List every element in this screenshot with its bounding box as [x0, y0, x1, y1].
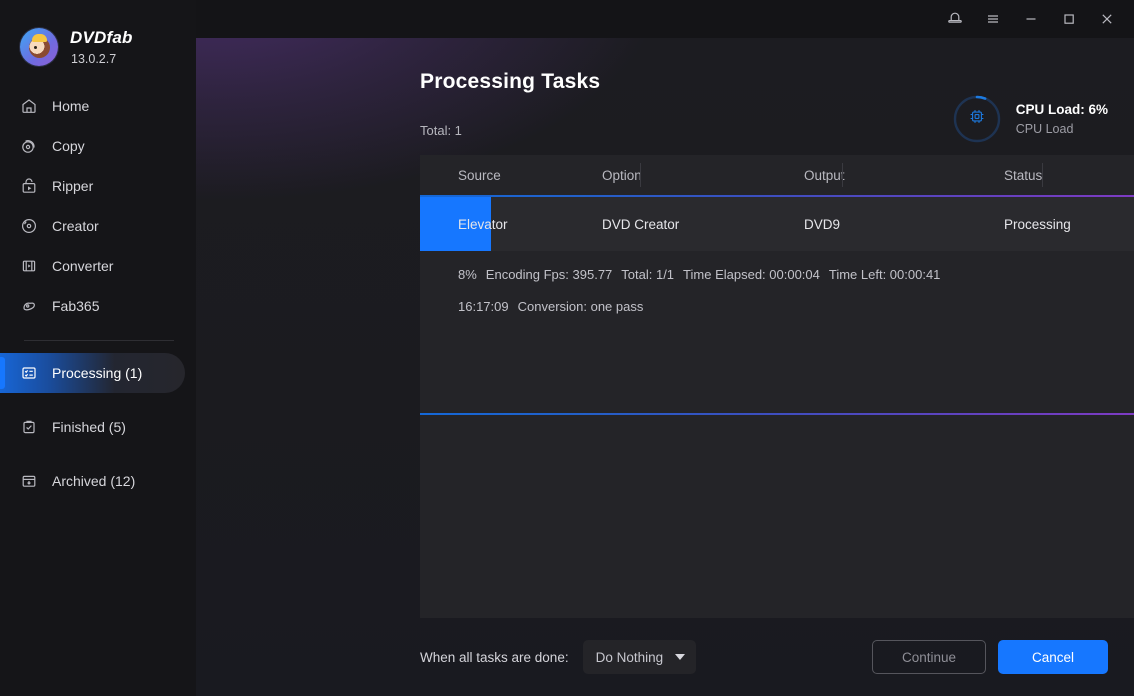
when-done-label: When all tasks are done: [420, 650, 569, 665]
column-divider [842, 163, 843, 187]
converter-film-icon [20, 257, 38, 275]
column-header-option[interactable]: Option [602, 168, 804, 183]
sidebar-item-label: Creator [52, 218, 99, 234]
spacer [0, 447, 196, 461]
sidebar-item-processing[interactable]: Processing (1) [0, 353, 185, 393]
detail-line-log: 16:17:09 Conversion: one pass [458, 299, 1134, 314]
sidebar-item-label: Fab365 [52, 298, 99, 314]
sidebar-item-fab365[interactable]: Fab365 [0, 286, 185, 326]
menu-icon[interactable] [976, 4, 1010, 34]
cancel-button[interactable]: Cancel [998, 640, 1108, 674]
cell-output: DVD9 [804, 217, 1004, 232]
task-detail-panel: 8% Encoding Fps: 395.77 Total: 1/1 Time Ela… [420, 251, 1134, 314]
sidebar-item-copy[interactable]: Copy [0, 126, 185, 166]
fab365-icon [20, 297, 38, 315]
detail-line-progress: 8% Encoding Fps: 395.77 Total: 1/1 Time Ela… [458, 267, 1134, 282]
close-icon[interactable] [1090, 4, 1124, 34]
cell-option: DVD Creator [602, 217, 804, 232]
detail-fps: Encoding Fps: 395.77 [486, 267, 612, 282]
spacer [0, 393, 196, 407]
avatar [20, 28, 58, 66]
task-row-wrapper: Elevator DVD Creator DVD9 Processing 8% [420, 195, 1134, 251]
sidebar-item-ripper[interactable]: Ripper [0, 166, 185, 206]
ripper-icon [20, 177, 38, 195]
cpu-load-widget: CPU Load: 6% CPU Load [952, 94, 1108, 144]
creator-disc-icon [20, 217, 38, 235]
column-header-status[interactable]: Status [1004, 168, 1134, 183]
detail-timestamp: 16:17:09 [458, 299, 509, 314]
column-header-source[interactable]: Source [420, 168, 602, 183]
detail-bottom-accent [420, 413, 1134, 415]
task-panel: Source Option Output Status Elevator [420, 155, 1134, 618]
sidebar-item-label: Processing (1) [52, 365, 142, 381]
chevron-down-icon [675, 654, 685, 660]
detail-percent: 8% [458, 267, 477, 282]
main-area: Processing Tasks Total: 1 [196, 0, 1134, 696]
sidebar-item-converter[interactable]: Converter [0, 246, 185, 286]
cpu-load-ring [952, 94, 1002, 144]
table-header: Source Option Output Status [420, 155, 1134, 195]
when-done-select[interactable]: Do Nothing [583, 640, 697, 674]
detail-left: Time Left: 00:00:41 [829, 267, 941, 282]
app-window: DVDfab 13.0.2.7 Home [0, 0, 1134, 696]
column-header-output[interactable]: Output [804, 168, 1004, 183]
column-divider [640, 163, 641, 187]
column-divider [1042, 163, 1043, 187]
sidebar-item-label: Copy [52, 138, 85, 154]
sidebar-divider [24, 340, 174, 341]
sidebar-item-home[interactable]: Home [0, 86, 185, 126]
sidebar-item-finished[interactable]: Finished (5) [0, 407, 185, 447]
page-title: Processing Tasks [420, 70, 600, 94]
archived-box-icon [20, 472, 38, 490]
sidebar-item-label: Finished (5) [52, 419, 126, 435]
sidebar-item-label: Converter [52, 258, 113, 274]
sidebar-item-label: Home [52, 98, 89, 114]
copy-disc-icon [20, 137, 38, 155]
detail-total: Total: 1/1 [621, 267, 674, 282]
when-done-value: Do Nothing [596, 650, 664, 665]
cell-source: Elevator [420, 217, 602, 232]
minimize-icon[interactable] [1014, 4, 1048, 34]
maximize-icon[interactable] [1052, 4, 1086, 34]
sidebar-item-archived[interactable]: Archived (12) [0, 461, 185, 501]
processing-list-icon [20, 364, 38, 382]
cell-status: Processing [1004, 217, 1134, 232]
sidebar-queue-group: Processing (1) Finished (5) [0, 353, 196, 501]
sidebar-item-label: Archived (12) [52, 473, 135, 489]
sidebar: DVDfab 13.0.2.7 Home [0, 0, 196, 696]
footer-bar: When all tasks are done: Do Nothing Cont… [420, 640, 1108, 674]
content-area: Processing Tasks Total: 1 [196, 38, 1134, 696]
cpu-load-value: CPU Load: 6% [1016, 102, 1108, 117]
cpu-load-label: CPU Load [1016, 122, 1108, 136]
mascot-face-icon [29, 37, 50, 58]
finished-clipboard-icon [20, 418, 38, 436]
cpu-chip-icon [967, 107, 987, 132]
app-name: DVDfab [70, 28, 133, 48]
detail-conversion: Conversion: one pass [518, 299, 644, 314]
table-row[interactable]: Elevator DVD Creator DVD9 Processing 8% [420, 197, 1134, 251]
detail-elapsed: Time Elapsed: 00:00:04 [683, 267, 820, 282]
total-count: Total: 1 [420, 123, 462, 138]
continue-button[interactable]: Continue [872, 640, 986, 674]
sidebar-item-creator[interactable]: Creator [0, 206, 185, 246]
titlebar [196, 0, 1134, 38]
sidebar-item-label: Ripper [52, 178, 93, 194]
brand: DVDfab 13.0.2.7 [0, 0, 196, 72]
app-version: 13.0.2.7 [70, 52, 133, 66]
theme-hat-icon[interactable] [938, 4, 972, 34]
home-icon [20, 97, 38, 115]
sidebar-nav: Home Copy [0, 86, 196, 501]
